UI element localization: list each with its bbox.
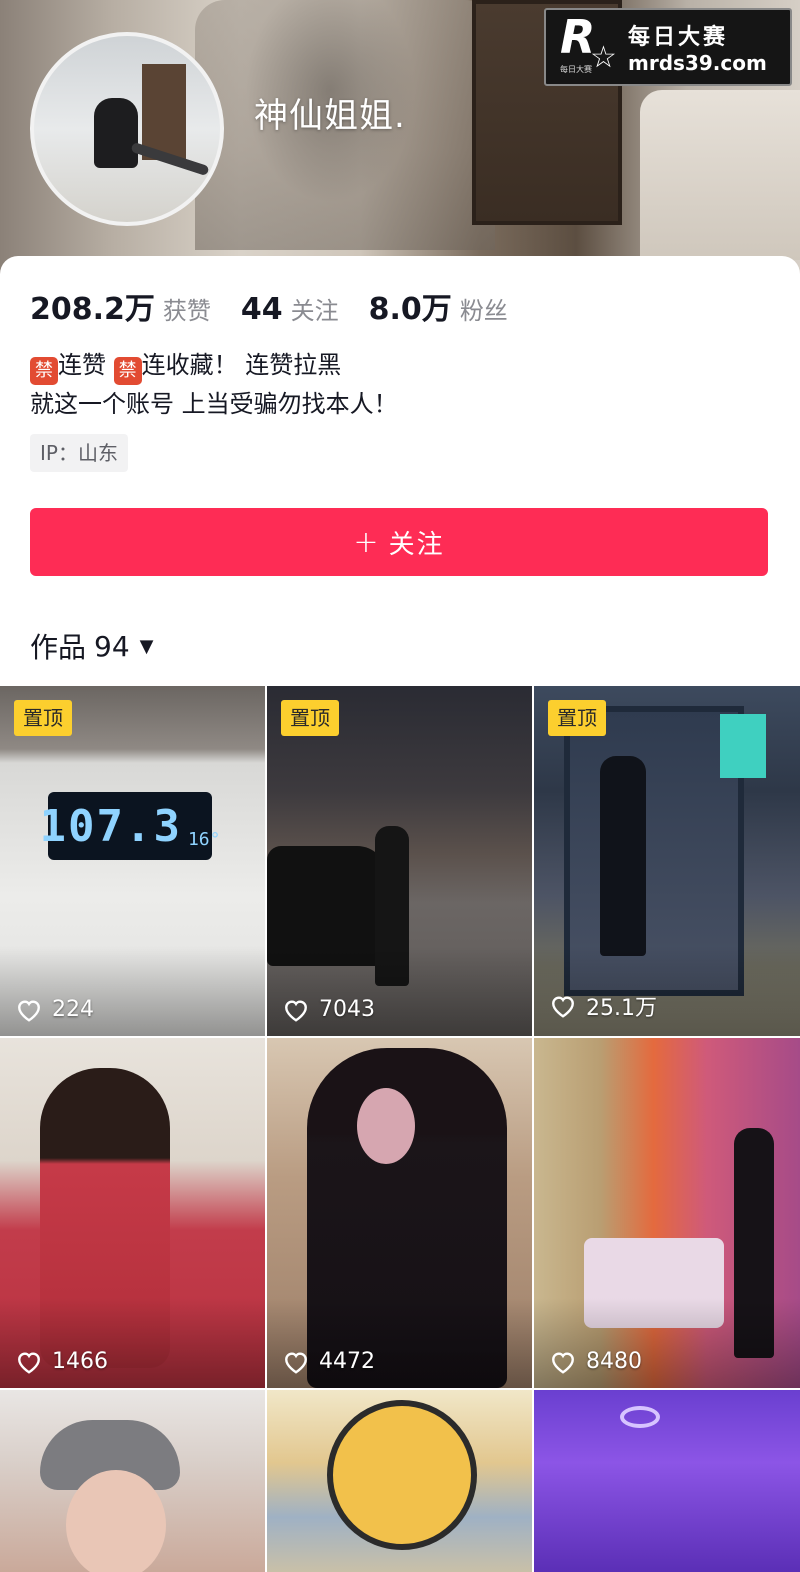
video-tile[interactable]: 1466 (0, 1038, 265, 1388)
like-count-value: 8480 (586, 1349, 642, 1374)
stat-followers-value: 8.0万 (368, 292, 452, 327)
heart-outline-icon (552, 996, 574, 1018)
heart-outline-icon (552, 1351, 574, 1374)
video-tile[interactable] (267, 1390, 532, 1572)
like-count: 7043 (283, 997, 375, 1022)
like-count-value: 1466 (52, 1349, 108, 1374)
watermark-logo-small: 每日大赛 (560, 65, 592, 74)
stat-following-value: 44 (240, 292, 283, 327)
like-count: 224 (16, 997, 94, 1022)
stat-following[interactable]: 44 关注 (241, 291, 339, 327)
like-count: 4472 (283, 1349, 375, 1374)
bio-text: 连赞 (58, 351, 114, 379)
ip-location-badge: IP：山东 (30, 434, 128, 472)
scale-value: 107.3 (39, 800, 182, 852)
heart-outline-icon (18, 999, 40, 1022)
like-count-value: 7043 (319, 997, 375, 1022)
pinned-badge: 置顶 (14, 700, 72, 736)
scale-unit: 16° (187, 829, 221, 850)
like-count-value: 4472 (319, 1349, 375, 1374)
scale-display: 107.3 16° (40, 792, 220, 860)
tile-artwork (327, 1400, 477, 1550)
works-tab[interactable]: 作品 94 ▼ (30, 626, 154, 666)
bio-line-1: 禁连赞 禁连收藏！ 连赞拉黑 (30, 346, 398, 385)
heart-outline-icon (18, 1351, 40, 1374)
stat-likes[interactable]: 208.2万 获赞 (30, 284, 211, 328)
like-count-value: 224 (52, 997, 94, 1022)
like-count-value: 25.1万 (586, 996, 657, 1021)
cover-sofa (640, 90, 800, 260)
video-tile[interactable] (534, 1390, 800, 1572)
like-count: 1466 (16, 1349, 108, 1374)
video-tile[interactable]: 置顶 25.1万 (534, 686, 800, 1036)
like-count: 25.1万 (550, 990, 657, 1022)
like-count: 8480 (550, 1349, 642, 1374)
heart-outline-icon (285, 1351, 307, 1374)
avatar-figure (94, 98, 138, 168)
tile-face (357, 1088, 415, 1164)
watermark-logo: R ☆ 每日大赛 (558, 10, 620, 78)
follow-button-label: 关注 (388, 529, 445, 560)
profile-stats: 208.2万 获赞 44 关注 8.0万 粉丝 (30, 284, 538, 328)
avatar[interactable] (30, 32, 224, 226)
video-tile[interactable]: 107.3 16° 置顶 224 (0, 686, 265, 1036)
video-tile[interactable] (0, 1390, 265, 1572)
video-tile[interactable]: 置顶 7043 (267, 686, 532, 1036)
tile-lamp (620, 1406, 660, 1428)
tile-person (600, 756, 646, 956)
pinned-badge: 置顶 (281, 700, 339, 736)
stat-likes-value: 208.2万 (30, 292, 155, 327)
tile-face (66, 1470, 166, 1572)
watermark-title: 每日大赛 (628, 25, 729, 50)
profile-bio: 禁连赞 禁连收藏！ 连赞拉黑 就这一个账号 上当受骗勿找本人！ (30, 346, 398, 423)
follow-button[interactable]: + 关注 (30, 508, 768, 576)
profile-nickname: 神仙姐姐. (254, 96, 406, 136)
works-label: 作品 (30, 631, 87, 664)
stat-followers[interactable]: 8.0万 粉丝 (369, 284, 508, 328)
caret-down-icon[interactable]: ▼ (140, 636, 154, 657)
profile-card: 208.2万 获赞 44 关注 8.0万 粉丝 禁连赞 禁连收藏！ 连赞拉黑 就… (0, 256, 800, 688)
avatar-door (142, 64, 186, 160)
stat-following-label: 关注 (290, 297, 339, 325)
stat-likes-label: 获赞 (162, 297, 211, 325)
video-tile[interactable]: 4472 (267, 1038, 532, 1388)
watermark-url: mrds39.com (628, 51, 767, 75)
watermark: R ☆ 每日大赛 每日大赛 mrds39.com (544, 8, 792, 86)
plus-icon: + (353, 524, 381, 560)
heart-outline-icon (285, 999, 307, 1022)
pinned-badge: 置顶 (548, 700, 606, 736)
works-count: 94 (94, 629, 130, 663)
stat-followers-label: 粉丝 (459, 297, 508, 325)
star-icon: ☆ (590, 40, 617, 75)
video-tile[interactable]: 8480 (534, 1038, 800, 1388)
bio-text: 连收藏！ 连赞拉黑 (141, 351, 342, 379)
ban-badge-icon: 禁 (113, 357, 142, 385)
ban-badge-icon: 禁 (30, 357, 58, 385)
bio-line-2: 就这一个账号 上当受骗勿找本人！ (30, 390, 398, 418)
tile-screen (720, 714, 766, 778)
